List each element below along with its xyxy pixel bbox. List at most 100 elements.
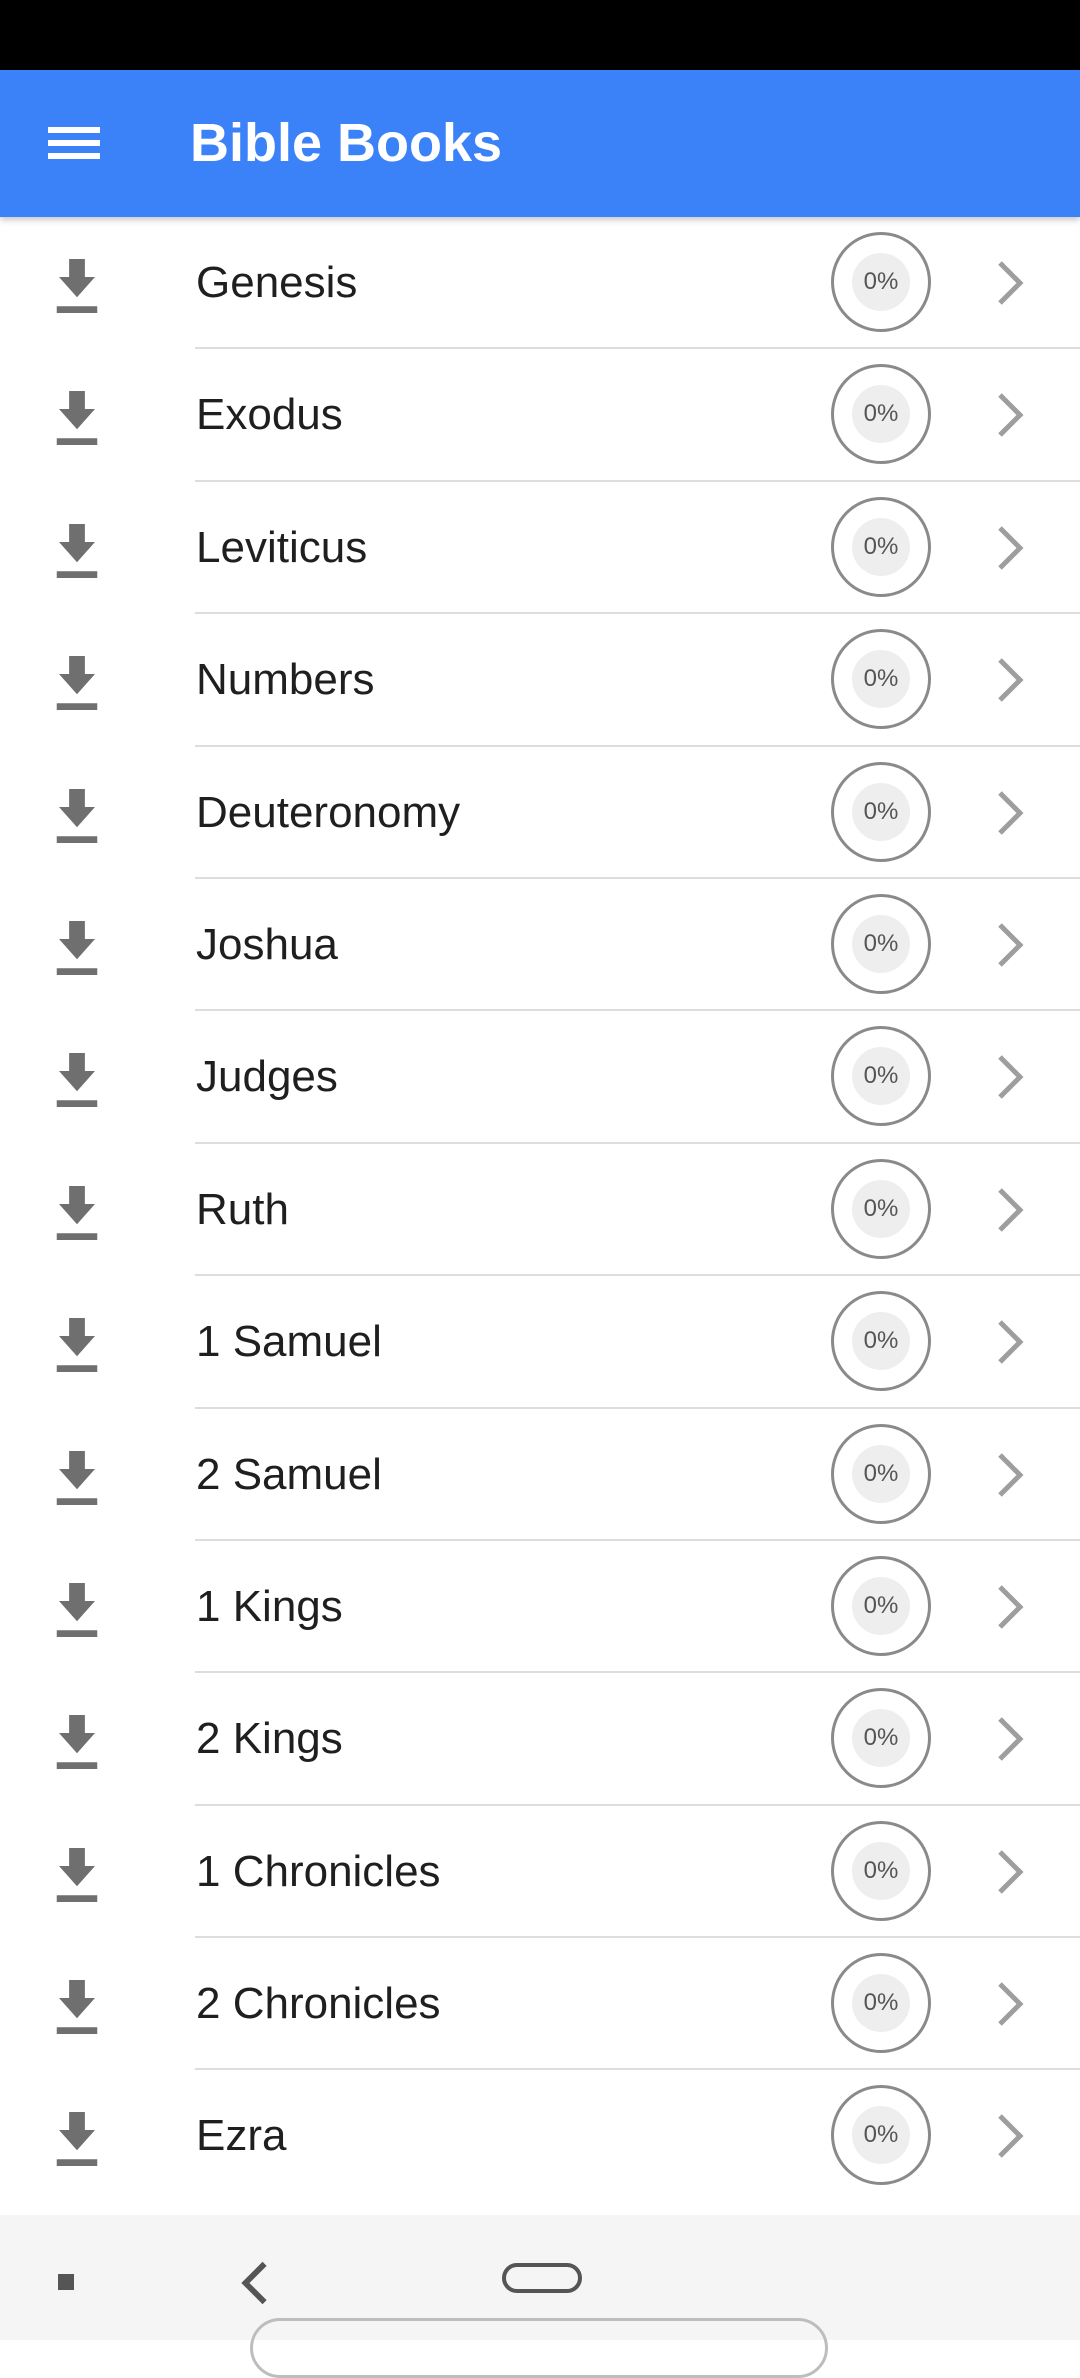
progress-ring: 0% xyxy=(831,1688,931,1789)
progress-label: 0% xyxy=(852,914,910,973)
book-name: 1 Kings xyxy=(196,1581,343,1631)
download-icon[interactable] xyxy=(50,1312,104,1378)
book-name: 1 Samuel xyxy=(196,1317,382,1367)
book-row-2-kings[interactable]: 2 Kings 0% xyxy=(0,1673,1080,1806)
status-bar xyxy=(0,0,1080,70)
progress-ring: 0% xyxy=(831,364,931,465)
progress-ring: 0% xyxy=(831,1291,931,1392)
progress-label: 0% xyxy=(852,1312,910,1371)
progress-label: 0% xyxy=(852,517,910,576)
book-row-joshua[interactable]: Joshua 0% xyxy=(0,879,1080,1012)
progress-label: 0% xyxy=(852,1709,910,1768)
download-icon[interactable] xyxy=(50,518,104,584)
download-icon[interactable] xyxy=(50,1180,104,1246)
book-name: Leviticus xyxy=(196,522,368,572)
chevron-right-icon xyxy=(998,2114,1024,2159)
book-name: Ruth xyxy=(196,1184,289,1234)
progress-ring: 0% xyxy=(831,1820,931,1921)
chevron-right-icon xyxy=(998,1187,1024,1232)
download-icon[interactable] xyxy=(50,650,104,716)
book-row-ezra[interactable]: Ezra 0% xyxy=(0,2070,1080,2202)
book-name: Deuteronomy xyxy=(196,787,461,837)
progress-ring: 0% xyxy=(831,232,931,332)
book-row-leviticus[interactable]: Leviticus 0% xyxy=(0,482,1080,615)
book-name: Joshua xyxy=(196,919,338,969)
progress-ring: 0% xyxy=(831,1953,931,2054)
progress-label: 0% xyxy=(852,782,910,841)
download-icon[interactable] xyxy=(50,1445,104,1511)
download-icon[interactable] xyxy=(50,253,104,319)
book-row-deuteronomy[interactable]: Deuteronomy 0% xyxy=(0,747,1080,879)
progress-label: 0% xyxy=(852,1841,910,1900)
book-name: 1 Chronicles xyxy=(196,1846,441,1896)
book-name: 2 Samuel xyxy=(196,1449,382,1499)
book-row-numbers[interactable]: Numbers 0% xyxy=(0,614,1080,747)
app-bar: Bible Books xyxy=(0,70,1080,217)
page-title: Bible Books xyxy=(190,113,503,173)
recents-icon[interactable] xyxy=(58,2274,74,2290)
book-row-1-samuel[interactable]: 1 Samuel 0% xyxy=(0,1276,1080,1409)
gesture-pill xyxy=(250,2318,828,2378)
chevron-right-icon xyxy=(998,1717,1024,1762)
chevron-right-icon xyxy=(998,393,1024,438)
progress-ring: 0% xyxy=(831,1423,931,1524)
progress-label: 0% xyxy=(852,1974,910,2033)
book-name: Judges xyxy=(196,1052,338,1102)
chevron-right-icon xyxy=(998,1320,1024,1364)
progress-ring: 0% xyxy=(831,1555,931,1656)
menu-icon[interactable] xyxy=(38,110,108,176)
book-name: Numbers xyxy=(196,655,375,705)
chevron-right-icon xyxy=(998,790,1024,835)
home-icon[interactable] xyxy=(502,2263,582,2293)
book-row-genesis[interactable]: Genesis 0% xyxy=(0,217,1080,350)
download-icon[interactable] xyxy=(50,2106,104,2172)
progress-label: 0% xyxy=(852,650,910,709)
progress-label: 0% xyxy=(852,1576,910,1635)
download-icon[interactable] xyxy=(50,1047,104,1113)
chevron-right-icon xyxy=(998,261,1024,305)
download-icon[interactable] xyxy=(50,1709,104,1775)
progress-label: 0% xyxy=(852,1444,910,1503)
book-row-1-chronicles[interactable]: 1 Chronicles 0% xyxy=(0,1806,1080,1939)
book-row-1-kings[interactable]: 1 Kings 0% xyxy=(0,1541,1080,1674)
download-icon[interactable] xyxy=(50,1577,104,1643)
book-name: Exodus xyxy=(196,390,343,440)
book-name: 2 Chronicles xyxy=(196,1979,441,2029)
chevron-right-icon xyxy=(998,1982,1024,2026)
progress-ring: 0% xyxy=(831,893,931,994)
book-row-judges[interactable]: Judges 0% xyxy=(0,1011,1080,1144)
progress-ring: 0% xyxy=(831,629,931,730)
book-row-2-chronicles[interactable]: 2 Chronicles 0% xyxy=(0,1938,1080,2071)
progress-label: 0% xyxy=(852,1047,910,1106)
progress-ring: 0% xyxy=(831,761,931,862)
book-row-ruth[interactable]: Ruth 0% xyxy=(0,1144,1080,1277)
progress-ring: 0% xyxy=(831,1026,931,1127)
chevron-right-icon xyxy=(998,923,1024,967)
chevron-right-icon xyxy=(998,1452,1024,1497)
chevron-right-icon xyxy=(998,1585,1024,1629)
book-row-exodus[interactable]: Exodus 0% xyxy=(0,349,1080,482)
progress-ring: 0% xyxy=(831,2085,931,2186)
book-name: 2 Kings xyxy=(196,1714,343,1764)
book-name: Ezra xyxy=(196,2111,287,2161)
book-list[interactable]: Genesis 0% Exodus 0% Leviticus 0% Number… xyxy=(0,217,1080,2215)
chevron-right-icon xyxy=(998,526,1024,570)
book-name: Genesis xyxy=(196,258,358,307)
download-icon[interactable] xyxy=(50,385,104,451)
progress-ring: 0% xyxy=(831,496,931,597)
progress-ring: 0% xyxy=(831,1158,931,1259)
download-icon[interactable] xyxy=(50,1842,104,1908)
download-icon[interactable] xyxy=(50,915,104,981)
progress-label: 0% xyxy=(852,1179,910,1238)
download-icon[interactable] xyxy=(50,783,104,849)
progress-label: 0% xyxy=(852,253,910,311)
chevron-right-icon xyxy=(998,658,1024,702)
chevron-right-icon xyxy=(998,1849,1024,1894)
download-icon[interactable] xyxy=(50,1974,104,2040)
progress-label: 0% xyxy=(852,2106,910,2165)
back-icon[interactable] xyxy=(235,2260,275,2306)
system-nav-bar xyxy=(0,2215,1080,2378)
chevron-right-icon xyxy=(998,1055,1024,1100)
progress-label: 0% xyxy=(852,385,910,444)
book-row-2-samuel[interactable]: 2 Samuel 0% xyxy=(0,1409,1080,1541)
